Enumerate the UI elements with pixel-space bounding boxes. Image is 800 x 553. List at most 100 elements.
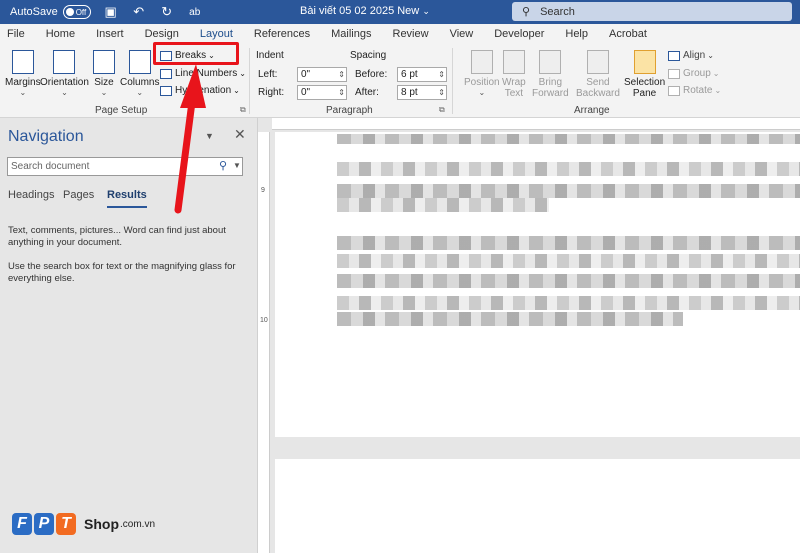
orientation-label: Orientation	[40, 77, 89, 88]
search-icon[interactable]: ⚲	[219, 159, 227, 172]
send-backward-label-2: Backward	[576, 88, 620, 99]
tab-pages[interactable]: Pages	[63, 189, 94, 201]
position-label: Position	[464, 77, 500, 88]
autosave-label: AutoSave	[10, 6, 58, 18]
align-button[interactable]: Align ⌄	[668, 50, 714, 61]
blurred-text-line	[337, 254, 800, 268]
logo-shop-text: Shop	[84, 516, 119, 532]
rotate-button[interactable]: Rotate ⌄	[668, 85, 721, 96]
bring-forward-label-2: Forward	[532, 88, 569, 99]
document-page-next[interactable]	[275, 459, 800, 553]
tab-view[interactable]: View	[443, 28, 481, 44]
bring-forward-label-1: Bring	[538, 77, 563, 88]
tab-review[interactable]: Review	[386, 28, 436, 44]
align-label: Align	[683, 50, 706, 61]
undo-icon[interactable]: ↶	[131, 4, 147, 20]
align-icon	[668, 50, 680, 61]
tab-results[interactable]: Results	[107, 189, 147, 208]
save-icon[interactable]: ▣	[103, 4, 119, 20]
ruler-number: 9	[261, 187, 265, 194]
format-icon[interactable]: ab	[187, 7, 203, 18]
ribbon: Margins ⌄ Orientation ⌄ Size ⌄ Columns ⌄…	[0, 42, 800, 118]
orientation-button[interactable]: Orientation ⌄	[40, 50, 89, 97]
page-setup-group-label: Page Setup	[95, 105, 148, 116]
search-placeholder: Search	[540, 5, 575, 18]
indent-label: Indent	[256, 50, 284, 61]
red-arrow-annotation	[174, 64, 206, 214]
send-backward-button[interactable]: Send Backward	[576, 50, 620, 99]
margins-label: Margins	[5, 77, 41, 88]
chevron-down-icon: ⌄	[712, 69, 720, 78]
position-icon	[470, 50, 493, 74]
indent-right-label: Right:	[258, 87, 285, 98]
group-button[interactable]: Group ⌄	[668, 68, 720, 79]
tab-help[interactable]: Help	[558, 28, 595, 44]
selection-pane-button[interactable]: Selection Pane	[624, 50, 665, 99]
margins-button[interactable]: Margins ⌄	[5, 50, 41, 97]
orientation-icon	[53, 50, 76, 74]
send-backward-label-1: Send	[586, 77, 610, 88]
close-icon[interactable]: ✕	[234, 126, 246, 143]
title-bar: AutoSave Off ▣ ↶ ↻ ab Bài viết 05 02 202…	[0, 0, 800, 24]
chevron-down-icon[interactable]: ▼	[233, 161, 241, 170]
blurred-text-line	[337, 312, 683, 326]
indent-left-input[interactable]: 0"	[297, 67, 347, 82]
logo-domain-text: .com.vn	[120, 518, 156, 530]
blurred-text-line	[337, 236, 800, 250]
dialog-launcher-icon[interactable]: ⧉	[439, 105, 445, 115]
tab-developer[interactable]: Developer	[487, 28, 551, 44]
size-button[interactable]: Size ⌄	[93, 50, 115, 97]
tab-mailings[interactable]: Mailings	[324, 28, 378, 44]
tab-references[interactable]: References	[247, 28, 317, 44]
results-hint: Use the search box for text or the magni…	[8, 261, 236, 284]
blurred-text-line	[337, 134, 800, 144]
tab-insert[interactable]: Insert	[89, 28, 131, 44]
logo-letter: T	[56, 513, 76, 535]
selection-pane-label-2: Pane	[632, 88, 657, 99]
blurred-text-line	[337, 198, 549, 212]
group-label: Group	[683, 68, 711, 79]
chevron-down-icon: ⌄	[100, 88, 108, 97]
send-backward-icon	[586, 50, 609, 74]
search-box[interactable]: ⚲ Search	[512, 2, 792, 21]
indent-left-label: Left:	[258, 69, 278, 80]
tab-file[interactable]: File	[0, 28, 32, 44]
ruler-number: 10	[260, 317, 268, 324]
position-button[interactable]: Position ⌄	[464, 50, 500, 97]
document-page[interactable]	[275, 132, 800, 437]
chevron-down-icon: ⌄	[707, 51, 714, 60]
vertical-ruler[interactable]: 9 10	[258, 132, 270, 553]
paragraph-group-label: Paragraph	[326, 105, 373, 116]
spacing-before-label: Before:	[355, 69, 388, 80]
blurred-text-line	[337, 162, 800, 176]
tab-headings[interactable]: Headings	[8, 189, 54, 201]
bring-forward-icon	[539, 50, 562, 74]
chevron-down-icon: ⌄	[61, 88, 68, 97]
indent-right-input[interactable]: 0"	[297, 85, 347, 100]
divider	[249, 48, 250, 114]
redo-icon[interactable]: ↻	[159, 4, 175, 20]
spacing-after-input[interactable]: 8 pt	[397, 85, 447, 100]
autosave-state: Off	[75, 7, 87, 17]
document-title: Bài viết 05 02 2025 New ⌄	[300, 5, 430, 17]
search-icon: ⚲	[522, 6, 531, 18]
size-label: Size	[94, 77, 114, 88]
columns-label: Columns	[120, 77, 160, 88]
autosave-toggle[interactable]: Off	[62, 5, 91, 19]
blurred-text-line	[337, 274, 800, 288]
horizontal-ruler[interactable]	[272, 118, 800, 130]
tab-acrobat[interactable]: Acrobat	[602, 28, 654, 44]
wrap-text-label-2: Text	[504, 88, 524, 99]
wrap-text-button[interactable]: Wrap Text	[502, 50, 526, 99]
tab-home[interactable]: Home	[39, 28, 82, 44]
arrange-group-label: Arrange	[574, 105, 610, 116]
fpt-shop-logo: F P T Shop .com.vn	[12, 513, 155, 535]
bring-forward-button[interactable]: Bring Forward	[532, 50, 569, 99]
spacing-before-input[interactable]: 6 pt	[397, 67, 447, 82]
dialog-launcher-icon[interactable]: ⧉	[240, 105, 246, 115]
ribbon-tabs: File Home Insert Design Layout References Mail…	[0, 24, 800, 44]
logo-letter: P	[34, 513, 54, 535]
columns-icon	[128, 50, 151, 74]
toggle-knob	[65, 8, 74, 16]
chevron-down-icon: ⌄	[714, 86, 722, 95]
